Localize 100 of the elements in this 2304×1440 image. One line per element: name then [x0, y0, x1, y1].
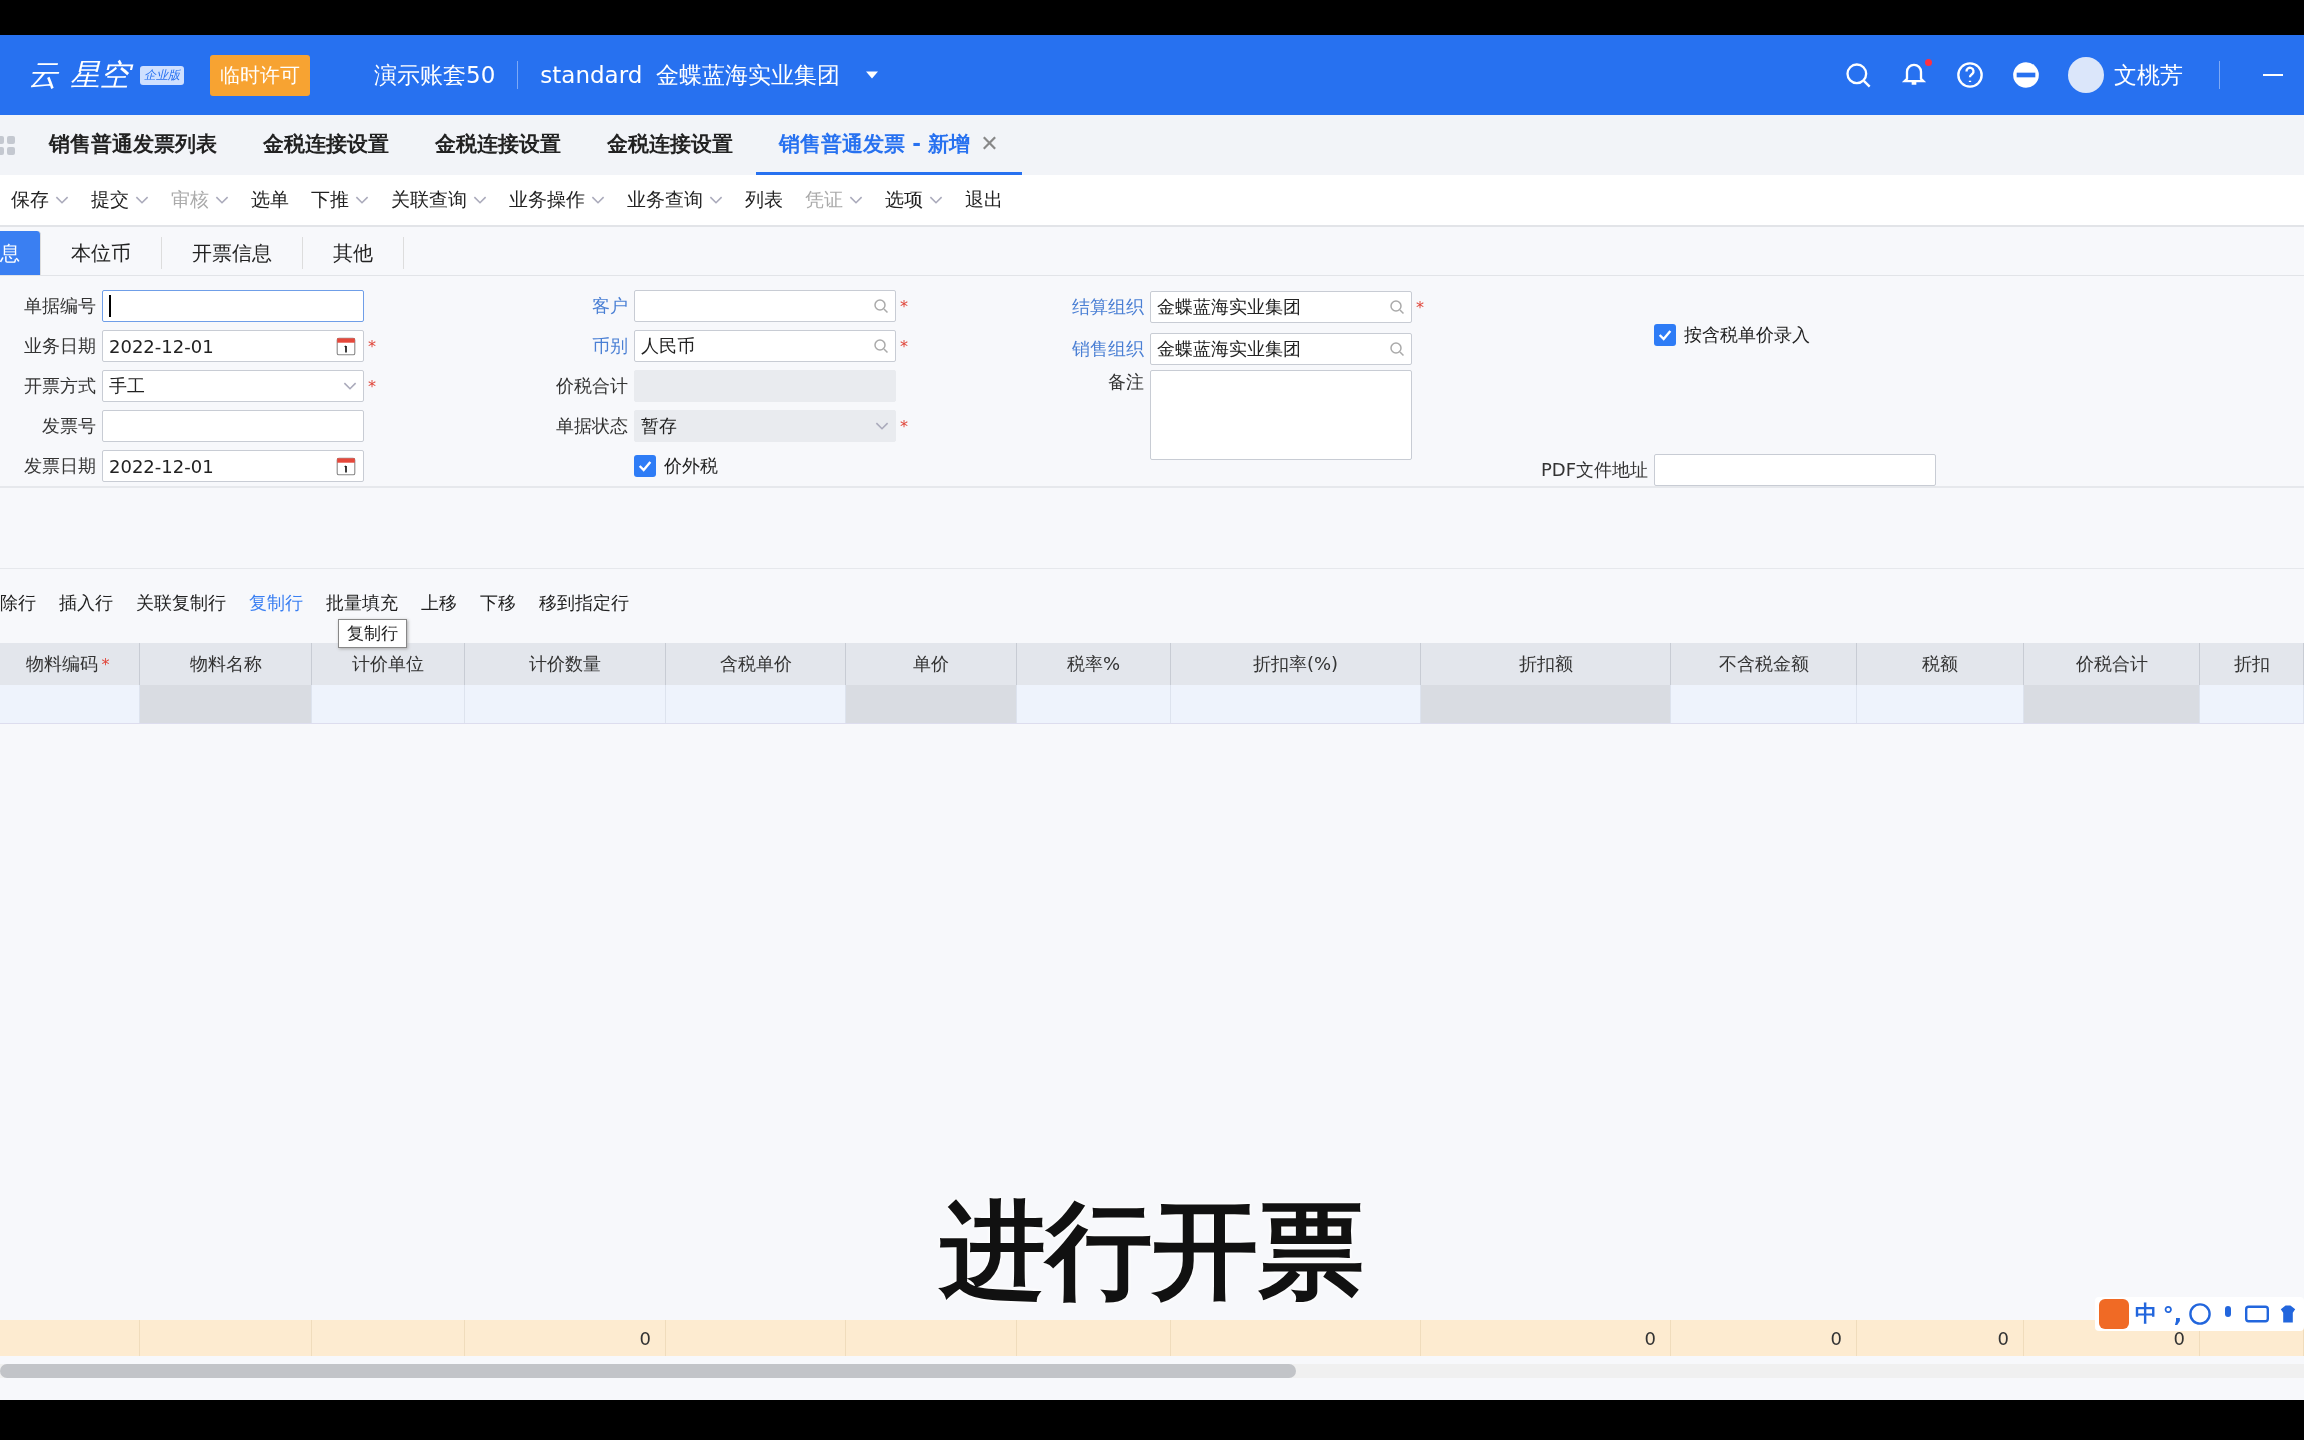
table-cell[interactable]: [0, 685, 140, 723]
field-label[interactable]: 客户: [380, 294, 634, 318]
field-label: 开票方式: [23, 374, 97, 398]
table-cell[interactable]: [1421, 685, 1671, 723]
search-icon[interactable]: [1389, 341, 1405, 357]
caret-icon: [473, 195, 487, 205]
scheme-name[interactable]: standard: [540, 62, 643, 88]
tab[interactable]: 销售普通发票列表: [26, 115, 240, 175]
scrollbar[interactable]: [0, 1364, 1296, 1378]
lookup-field[interactable]: [634, 290, 896, 322]
emoji-icon[interactable]: [2188, 1302, 2212, 1326]
required-asterisk: *: [367, 336, 377, 356]
tab[interactable]: 息: [0, 231, 41, 275]
caret-icon[interactable]: [866, 71, 879, 79]
input-field[interactable]: [1654, 453, 1936, 486]
user-name[interactable]: 文桃芳: [2114, 59, 2183, 91]
subtitle: 进行开票: [940, 1188, 1364, 1314]
table-cell[interactable]: [846, 685, 1017, 723]
field-label: 发票号: [41, 414, 97, 438]
apps-icon[interactable]: [0, 134, 16, 156]
caret-icon: [55, 195, 69, 205]
dropdown-field[interactable]: 暂存: [634, 410, 896, 442]
calendar-icon[interactable]: [335, 455, 357, 477]
text-area[interactable]: [1150, 370, 1412, 460]
input-mode[interactable]: 中: [2134, 1299, 2157, 1329]
total-value: 0: [1644, 1327, 1656, 1349]
total-value: 0: [639, 1327, 651, 1349]
tab[interactable]: 开票信息: [162, 237, 303, 269]
table-cell[interactable]: [1017, 685, 1171, 723]
lookup-field[interactable]: 金蝶蓝海实业集团: [1150, 291, 1412, 323]
field-label: PDF文件地址: [1539, 457, 1649, 482]
toolbar-button[interactable]: 关联查询: [380, 187, 498, 213]
search-icon[interactable]: [1389, 299, 1405, 315]
grid-toolbar-button[interactable]: 复制行: [249, 591, 313, 615]
required-asterisk: *: [899, 336, 909, 356]
table-cell[interactable]: [1671, 685, 1857, 723]
tab[interactable]: 金税连接设置: [240, 115, 412, 175]
more-icon[interactable]: [2012, 61, 2040, 89]
ime-logo-icon[interactable]: [2098, 1299, 2129, 1329]
avatar-icon[interactable]: [2068, 57, 2104, 93]
ime-toolbar[interactable]: 中 °,: [2094, 1297, 2304, 1331]
table-cell[interactable]: [2024, 685, 2200, 723]
grid-toolbar-button[interactable]: 关联复制行: [136, 591, 236, 615]
calendar-icon[interactable]: [335, 335, 357, 357]
grid-toolbar-button[interactable]: 插入行: [59, 591, 123, 615]
toolbar-button[interactable]: 选项: [874, 187, 954, 213]
tab[interactable]: 本位币: [41, 237, 162, 269]
table-cell[interactable]: [312, 685, 465, 723]
field-label[interactable]: 结算组织: [972, 295, 1150, 319]
lookup-field[interactable]: 金蝶蓝海实业集团: [1150, 333, 1412, 365]
help-icon[interactable]: [1956, 61, 1984, 89]
input-field[interactable]: [102, 290, 364, 322]
field-label: 单据状态: [555, 414, 629, 438]
grid-toolbar-button[interactable]: 上移: [421, 591, 467, 615]
table-cell[interactable]: [666, 685, 846, 723]
search-icon[interactable]: [873, 298, 889, 314]
lookup-field[interactable]: 人民币: [634, 330, 896, 362]
toolbar-button[interactable]: 选单: [240, 187, 300, 213]
input-field[interactable]: [102, 410, 364, 442]
toolbar-button[interactable]: 业务查询: [616, 187, 734, 213]
checkbox-label: 按含税单价录入: [1684, 323, 1810, 348]
caret-icon: [849, 195, 863, 205]
dropdown-icon: [343, 381, 357, 391]
total-value: 0: [1830, 1327, 1842, 1349]
tab[interactable]: 金税连接设置: [412, 115, 584, 175]
date-field[interactable]: 2022-12-01: [102, 450, 364, 482]
account-name[interactable]: 演示账套50: [374, 59, 496, 91]
date-field[interactable]: 2022-12-01: [102, 330, 364, 362]
toolbar-button[interactable]: 下推: [300, 187, 380, 213]
grid-toolbar-button[interactable]: 除行: [0, 591, 46, 615]
toolbar-button[interactable]: 退出: [954, 187, 1014, 213]
minimize-icon[interactable]: [2262, 74, 2284, 76]
punctuation-mode[interactable]: °,: [2162, 1301, 2182, 1327]
organization-name[interactable]: 金蝶蓝海实业集团: [656, 59, 841, 91]
toolbar-button[interactable]: 提交: [80, 187, 160, 213]
toolbar-button[interactable]: 业务操作: [498, 187, 616, 213]
logo: 云: [28, 55, 58, 94]
table-cell[interactable]: [465, 685, 666, 723]
grid-toolbar-button[interactable]: 移到指定行: [539, 591, 639, 615]
checkbox[interactable]: [1654, 324, 1676, 347]
table-cell[interactable]: [1171, 685, 1421, 723]
table-cell[interactable]: [140, 685, 312, 723]
grid-toolbar-button[interactable]: 批量填充: [326, 591, 408, 615]
field-label: 发票日期: [23, 454, 97, 478]
toolbar-button[interactable]: 列表: [734, 187, 794, 213]
tab[interactable]: 金税连接设置: [584, 115, 756, 175]
search-icon[interactable]: [873, 338, 889, 354]
table-cell[interactable]: [2200, 685, 2304, 723]
tab[interactable]: 其他: [303, 237, 404, 269]
search-icon[interactable]: [1844, 61, 1872, 89]
caret-icon: [709, 195, 723, 205]
table-cell[interactable]: [1857, 685, 2024, 723]
field-label[interactable]: 销售组织: [972, 337, 1150, 361]
field-label[interactable]: 币别: [380, 334, 634, 358]
grid-toolbar-button[interactable]: 下移: [480, 591, 526, 615]
toolbar-button[interactable]: 保存: [0, 187, 80, 213]
required-asterisk: *: [899, 296, 909, 316]
dropdown-field[interactable]: 手工: [102, 370, 364, 402]
checkbox[interactable]: [634, 455, 656, 477]
caret-icon: [591, 195, 605, 205]
